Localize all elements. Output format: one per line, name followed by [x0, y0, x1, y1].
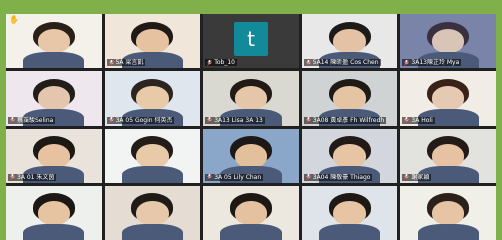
muted-mic-icon: [207, 117, 212, 123]
participant-name-text: 5A14 陳昕盈 Cos Chen: [312, 59, 379, 67]
participant-name-label: 謝家穎: [402, 173, 432, 181]
muted-mic-icon: [207, 174, 212, 180]
video-tile[interactable]: 3A 05 Gogin 何英杰: [104, 71, 201, 126]
participant-body: [23, 223, 85, 240]
muted-mic-icon: [10, 117, 15, 123]
meeting-window: ✋ 5A 梁言凱 t Tob_10 5A14 陳昕盈 Cos Chen 3A13陳芷玲 M…: [0, 0, 502, 240]
video-tile[interactable]: [400, 185, 496, 240]
participant-body: [121, 223, 183, 240]
participant-face: [234, 86, 268, 111]
video-tile[interactable]: [104, 185, 201, 240]
participant-name-text: 3A13陳芷玲 Mya: [411, 59, 460, 67]
participant-name-label: 3A 05 Lily Chan: [205, 173, 264, 181]
participant-name-label: 3A13 Lisa 3A 13: [205, 116, 265, 124]
video-tile[interactable]: 蔡靄駿Selina: [6, 71, 102, 126]
participant-name-text: 3A 05 Gogin 何英杰: [115, 116, 173, 124]
participant-name-label: 3A13陳芷玲 Mya: [402, 59, 462, 67]
video-tile[interactable]: 3A 01 朱文茵: [6, 128, 102, 183]
participant-name-label: 3A 01 朱文茵: [8, 173, 57, 181]
video-tile[interactable]: 3A08 黃卓彥 Fh Wilfredh: [301, 71, 398, 126]
participant-body: [121, 166, 183, 183]
participant-body: [23, 51, 85, 69]
participant-name-label: Tob_10: [205, 59, 237, 67]
participant-face: [234, 143, 268, 168]
video-tile[interactable]: t Tob_10: [203, 14, 299, 69]
participant-face: [234, 200, 268, 225]
video-tile[interactable]: 5A 梁言凱: [104, 14, 201, 69]
video-tile[interactable]: ✋: [6, 14, 102, 69]
participant-name-label: 5A 梁言凱: [106, 59, 146, 67]
participant-face: [333, 143, 366, 168]
participant-face: [431, 200, 465, 225]
muted-mic-icon: [404, 59, 410, 66]
participant-face: [431, 86, 465, 111]
participant-name-label: 3A 05 Gogin 何英杰: [106, 116, 175, 124]
participant-name-text: Tob_10: [214, 59, 235, 67]
muted-mic-icon: [207, 59, 212, 66]
video-tile[interactable]: 3A13陳芷玲 Mya: [400, 14, 496, 69]
video-gallery-grid: ✋ 5A 梁言凱 t Tob_10 5A14 陳昕盈 Cos Chen 3A13陳芷玲 M…: [6, 14, 496, 240]
participant-face: [37, 29, 71, 54]
participant-body: [417, 223, 479, 240]
muted-mic-icon: [306, 59, 311, 66]
participant-name-text: 蔡靄駿Selina: [17, 116, 54, 124]
video-tile[interactable]: 3A04 陳敬豪 Thiago: [301, 128, 398, 183]
video-tile[interactable]: 謝家穎: [400, 128, 496, 183]
participant-name-label: 3A Holi: [402, 116, 435, 124]
participant-name-text: 謝家穎: [411, 173, 430, 181]
participant-name-text: 3A13 Lisa 3A 13: [214, 116, 263, 124]
participant-name-text: 3A 05 Lily Chan: [214, 173, 262, 181]
participant-name-label: 5A14 陳昕盈 Cos Chen: [303, 59, 381, 67]
video-tile[interactable]: 3A13 Lisa 3A 13: [203, 71, 299, 126]
participant-face: [37, 86, 71, 111]
participant-body: [319, 223, 381, 240]
participant-face: [333, 29, 366, 54]
participant-face: [136, 86, 169, 111]
muted-mic-icon: [404, 117, 410, 123]
participant-face: [136, 29, 169, 54]
participant-face: [431, 29, 465, 54]
muted-mic-icon: [306, 117, 311, 123]
muted-mic-icon: [404, 174, 410, 180]
video-tile[interactable]: 5A14 陳昕盈 Cos Chen: [301, 14, 398, 69]
participant-name-text: 3A04 陳敬豪 Thiago: [312, 173, 371, 181]
participant-name-label: 3A08 黃卓彥 Fh Wilfredh: [303, 116, 387, 124]
participant-face: [431, 143, 465, 168]
muted-mic-icon: [306, 174, 311, 180]
video-tile[interactable]: [301, 185, 398, 240]
muted-mic-icon: [108, 117, 114, 123]
video-tile[interactable]: [104, 128, 201, 183]
participant-face: [136, 200, 169, 225]
raise-hand-icon: ✋: [9, 15, 19, 24]
participant-name-text: 3A08 黃卓彥 Fh Wilfredh: [312, 116, 385, 124]
participant-avatar: t: [233, 21, 268, 56]
participant-face: [136, 143, 169, 168]
participant-name-label: 蔡靄駿Selina: [8, 116, 56, 124]
muted-mic-icon: [10, 174, 15, 180]
participant-face: [333, 86, 366, 111]
participant-name-text: 3A Holi: [411, 116, 433, 124]
video-tile[interactable]: 3A Holi: [400, 71, 496, 126]
participant-name-text: 5A 梁言凱: [115, 59, 144, 67]
participant-name-label: 3A04 陳敬豪 Thiago: [303, 173, 373, 181]
participant-face: [333, 200, 366, 225]
participant-body: [220, 223, 282, 240]
video-tile[interactable]: 3A 05 Lily Chan: [203, 128, 299, 183]
participant-face: [37, 200, 71, 225]
participant-name-text: 3A 01 朱文茵: [17, 173, 55, 181]
video-tile[interactable]: [203, 185, 299, 240]
muted-mic-icon: [108, 59, 114, 66]
participant-face: [37, 143, 71, 168]
video-tile[interactable]: [6, 185, 102, 240]
